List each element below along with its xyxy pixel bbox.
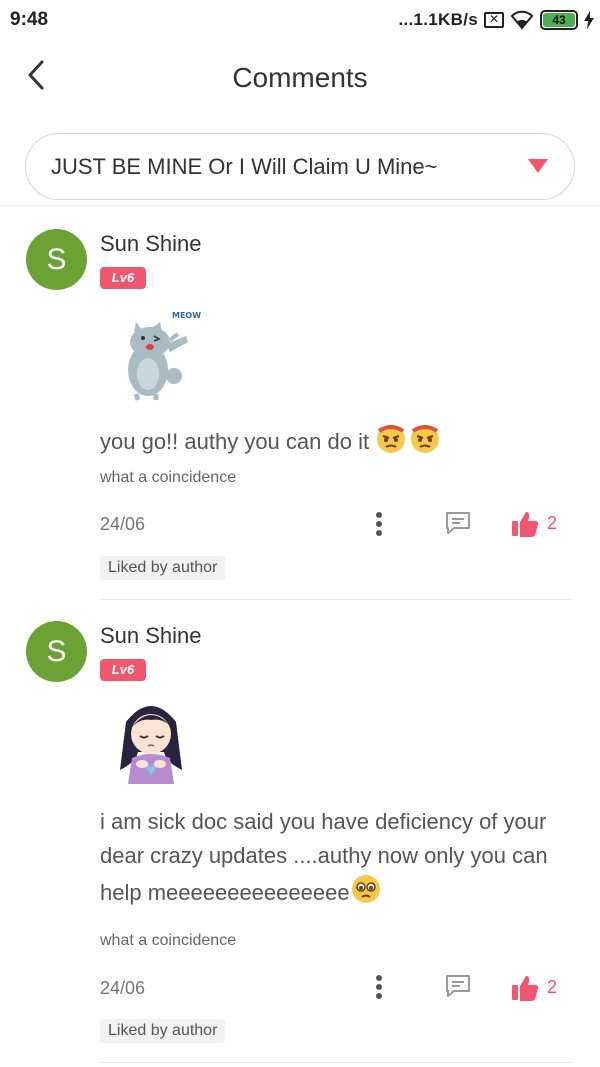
- charging-icon: [584, 11, 594, 29]
- more-options-icon[interactable]: [370, 974, 388, 1000]
- status-time: 9:48: [10, 9, 49, 30]
- liked-by-author-tag: Liked by author: [100, 556, 226, 580]
- divider: [100, 599, 572, 600]
- angry-emoji-icon: [375, 422, 443, 464]
- page-title: Comments: [232, 62, 368, 93]
- liked-by-author-tag: Liked by author: [100, 1019, 226, 1043]
- reply-icon[interactable]: [444, 973, 472, 999]
- like-button[interactable]: 2: [510, 510, 570, 540]
- network-speed: ...1.1KB/s: [398, 10, 478, 29]
- anime-girl-sticker-image: [120, 706, 182, 784]
- more-options-icon[interactable]: [370, 511, 388, 537]
- sim-icon: ✕: [484, 12, 504, 28]
- comment-text: you go!! authy you can do it: [100, 428, 376, 454]
- reply-reference: what a coincidence: [100, 932, 237, 949]
- wifi-icon: [510, 10, 534, 30]
- comment-date: 24/06: [100, 514, 146, 534]
- comment-text: i am sick doc said you have deficiency o…: [100, 809, 548, 905]
- reply-reference: what a coincidence: [100, 469, 237, 486]
- sticker-caption: MEOW: [172, 311, 201, 320]
- story-select-value: JUST BE MINE Or I Will Claim U Mine~: [51, 154, 438, 179]
- header: Comments: [0, 40, 600, 120]
- like-button[interactable]: 2: [510, 974, 570, 1004]
- divider: [0, 205, 600, 206]
- cat-sticker-image: MEOW: [128, 311, 201, 401]
- status-indicators: ...1.1KB/s ✕ 43: [398, 9, 594, 31]
- pleading-emoji-icon: [350, 873, 382, 915]
- thumbs-up-icon: [512, 512, 539, 537]
- divider: [100, 1062, 572, 1063]
- thumbs-up-icon: [512, 976, 539, 1001]
- user-name[interactable]: Sun Shine: [100, 623, 202, 649]
- caret-down-icon: [528, 159, 548, 173]
- battery-level: 43: [543, 13, 575, 27]
- level-badge: Lv6: [100, 267, 146, 289]
- story-select-dropdown[interactable]: JUST BE MINE Or I Will Claim U Mine~: [25, 133, 575, 200]
- comment-date: 24/06: [100, 978, 146, 998]
- comment-text-row: i am sick doc said you have deficiency o…: [100, 805, 580, 915]
- reply-icon[interactable]: [444, 510, 472, 536]
- comment-text-row: you go!! authy you can do it: [100, 422, 580, 464]
- avatar[interactable]: S: [26, 229, 87, 290]
- like-count: 2: [547, 513, 558, 533]
- avatar[interactable]: S: [26, 621, 87, 682]
- user-name[interactable]: Sun Shine: [100, 231, 202, 257]
- like-count: 2: [547, 977, 558, 997]
- level-badge: Lv6: [100, 659, 146, 681]
- status-bar: 9:48 ...1.1KB/s ✕ 43: [0, 0, 600, 40]
- battery-icon: 43: [540, 10, 578, 30]
